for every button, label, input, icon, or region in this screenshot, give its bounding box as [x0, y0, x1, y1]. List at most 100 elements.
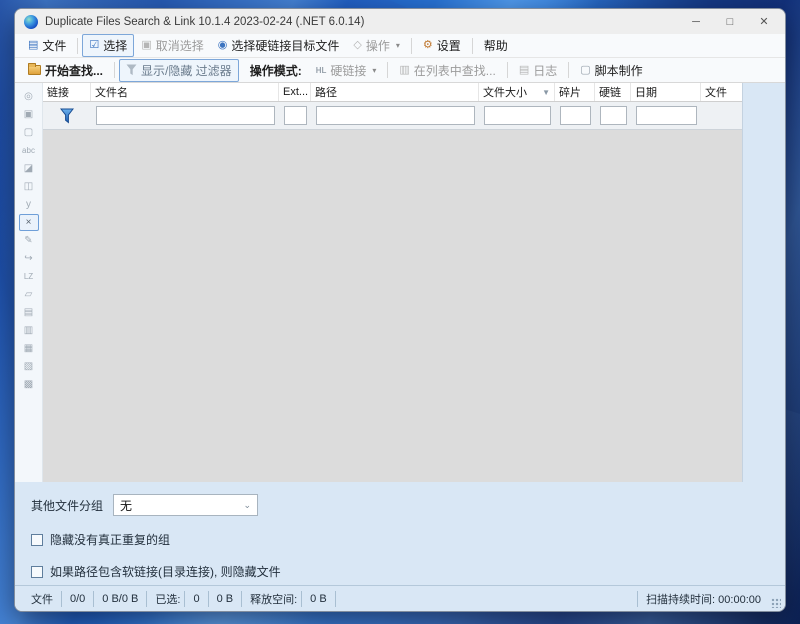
column-header-fragments[interactable]: 碎片	[555, 83, 595, 101]
select-by-pattern-alt-icon[interactable]: ◫	[19, 178, 39, 195]
desktop-wallpaper: Duplicate Files Search & Link 10.1.4 202…	[0, 0, 800, 624]
filter-cell-filename	[91, 106, 279, 125]
pages-icon: ▣	[141, 40, 151, 51]
files-count: 0/0	[62, 591, 94, 607]
sort-arrow-icon: ▼	[542, 88, 550, 97]
hardlink-mode-dropdown[interactable]: HL 硬链接 ▾	[309, 59, 384, 82]
window-controls: ─ □ ✕	[679, 10, 781, 33]
search-list-icon: ▥	[399, 65, 409, 76]
resize-grip[interactable]	[771, 598, 781, 608]
copy-list-icon[interactable]: ▱	[19, 286, 39, 303]
list-mark-filter-icon[interactable]: ▥	[19, 322, 39, 339]
fragments-filter-input[interactable]	[560, 106, 591, 125]
list-mark-first-icon[interactable]: ▤	[19, 304, 39, 321]
options-panel: 其他文件分组 无 ⌄ 隐藏没有真正重复的组 如果路径包含软链接(目录连接), 则…	[15, 482, 785, 585]
filter-cell-filesize	[479, 106, 555, 125]
abc-rename-icon[interactable]: abc	[19, 142, 39, 159]
separator	[77, 38, 78, 54]
log-button[interactable]: ▤ 日志	[512, 59, 564, 82]
settings-button[interactable]: ⚙ 设置	[416, 34, 468, 57]
free-space-label: 释放空间:	[242, 591, 301, 607]
operation-mode-label: 操作模式:	[239, 59, 309, 82]
minimize-button[interactable]: ─	[679, 10, 713, 33]
group-by-select[interactable]: 无 ⌄	[113, 494, 258, 516]
file-menu-button[interactable]: ▤ 文件	[21, 34, 73, 57]
checkbox-checked-icon: ☑	[89, 40, 99, 51]
free-space-value: 0 B	[301, 591, 336, 607]
tools-icon: ⚙	[423, 40, 433, 51]
main-toolbar: ▤ 文件 ☑ 选择 ▣ 取消选择 ◉ 选择硬链接目标文件 ◇ 操作 ▾	[15, 34, 785, 58]
group-by-row: 其他文件分组 无 ⌄	[31, 494, 769, 516]
separator	[114, 62, 115, 78]
side-toolbar: ◎ ▣ ▢ abc ◪ ◫ y × ✎ ↪ LZ ▱ ▤ ▥ ▦ ▧ ▩	[15, 83, 43, 482]
filter-funnel-icon	[60, 108, 74, 124]
separator	[472, 38, 473, 54]
select-menu-button[interactable]: ☑ 选择	[82, 34, 134, 57]
filter-cell-date	[631, 106, 701, 125]
select-by-pattern-icon[interactable]: ◪	[19, 160, 39, 177]
log-document-icon: ▤	[519, 65, 529, 76]
column-header-date[interactable]: 日期	[631, 83, 701, 101]
date-filter-input[interactable]	[636, 106, 697, 125]
scripting-button[interactable]: ▢ 脚本制作	[573, 59, 649, 82]
filesize-filter-input[interactable]	[484, 106, 551, 125]
separator	[387, 62, 388, 78]
column-header-hardlinks[interactable]: 硬链	[595, 83, 631, 101]
select-hardlink-target-button[interactable]: ◉ 选择硬链接目标文件	[211, 34, 347, 57]
chevron-down-icon: ▾	[396, 41, 400, 50]
chevron-down-icon: ▾	[372, 66, 376, 75]
hide-symlink-checkbox[interactable]	[31, 566, 43, 578]
hide-nonduplicate-row: 隐藏没有真正重复的组	[31, 531, 769, 548]
toggle-filter-button[interactable]: 显示/隐藏 过滤器	[119, 59, 239, 82]
chevron-down-icon: ⌄	[243, 500, 251, 511]
column-header-filesize[interactable]: 文件大小 ▼	[479, 83, 555, 101]
filename-filter-input[interactable]	[96, 106, 275, 125]
list-mark-newest-icon[interactable]: ▦	[19, 340, 39, 357]
hide-nonduplicate-checkbox[interactable]	[31, 534, 43, 546]
compress-lz-icon[interactable]: LZ	[19, 268, 39, 285]
select-add-group-icon[interactable]: ▣	[19, 106, 39, 123]
filter-cell-link	[43, 108, 91, 124]
column-header-path[interactable]: 路径	[311, 83, 479, 101]
deselect-button[interactable]: ▣ 取消选择	[134, 34, 210, 57]
close-button[interactable]: ✕	[747, 10, 781, 33]
search-options-icon[interactable]: ◎	[19, 88, 39, 105]
results-table: 链接 文件名 Ext... 路径 文件大小 ▼ 碎片 硬链 日期 文件	[43, 83, 743, 482]
ext-filter-input[interactable]	[284, 106, 307, 125]
filter-row	[43, 102, 742, 130]
cleanup-brush-icon[interactable]: ✎	[19, 232, 39, 249]
select-branch-icon[interactable]: y	[19, 196, 39, 213]
clear-selection-icon[interactable]: ×	[19, 214, 39, 231]
move-to-folder-icon[interactable]: ↪	[19, 250, 39, 267]
find-in-list-button[interactable]: ▥ 在列表中查找...	[392, 59, 502, 82]
column-header-link[interactable]: 链接	[43, 83, 91, 101]
column-header-file[interactable]: 文件	[701, 83, 743, 101]
app-window: Duplicate Files Search & Link 10.1.4 202…	[14, 8, 786, 612]
start-search-button[interactable]: 开始查找...	[21, 59, 110, 82]
results-grid-empty[interactable]	[43, 130, 742, 482]
status-bar: 文件 0/0 0 B/0 B 已选: 0 0 B 释放空间: 0 B 扫描持续时…	[15, 585, 785, 611]
hide-symlink-row: 如果路径包含软链接(目录连接), 则隐藏文件	[31, 563, 769, 580]
path-filter-input[interactable]	[316, 106, 475, 125]
filter-cell-fragments	[555, 106, 595, 125]
funnel-icon	[126, 64, 137, 76]
filter-cell-hardlinks	[595, 106, 631, 125]
app-icon	[24, 15, 38, 29]
separator	[507, 62, 508, 78]
help-menu-button[interactable]: 帮助	[477, 34, 515, 57]
column-header-ext[interactable]: Ext...	[279, 83, 311, 101]
table-header-row: 链接 文件名 Ext... 路径 文件大小 ▼ 碎片 硬链 日期 文件	[43, 83, 742, 102]
files-label: 文件	[23, 591, 62, 607]
maximize-button[interactable]: □	[713, 10, 747, 33]
window-title: Duplicate Files Search & Link 10.1.4 202…	[45, 16, 364, 28]
list-mark-oldest-icon[interactable]: ▧	[19, 358, 39, 375]
operations-menu-button[interactable]: ◇ 操作 ▾	[346, 34, 407, 57]
group-grid-icon[interactable]: ▩	[19, 376, 39, 393]
column-header-filename[interactable]: 文件名	[91, 83, 279, 101]
files-size: 0 B/0 B	[94, 591, 147, 607]
select-remove-group-icon[interactable]: ▢	[19, 124, 39, 141]
search-folder-icon	[28, 65, 41, 75]
hide-nonduplicate-label: 隐藏没有真正重复的组	[50, 531, 170, 548]
hardlinks-filter-input[interactable]	[600, 106, 627, 125]
separator	[568, 62, 569, 78]
